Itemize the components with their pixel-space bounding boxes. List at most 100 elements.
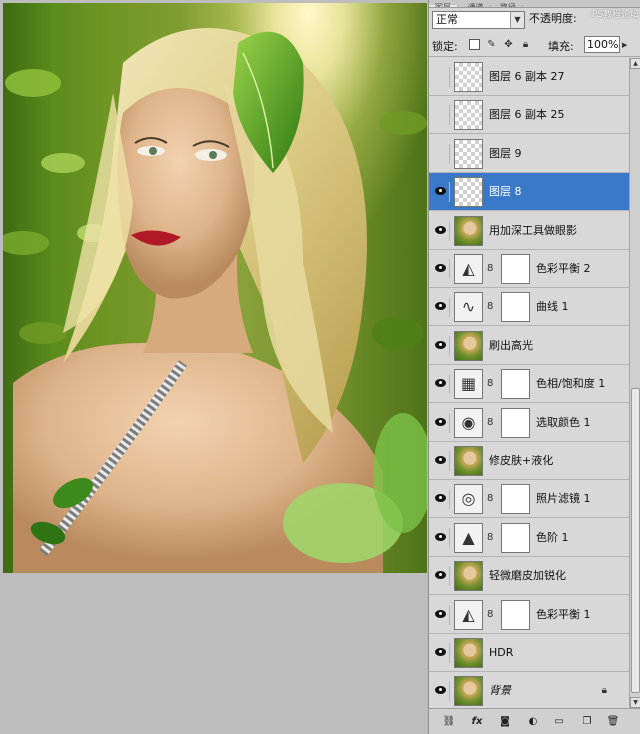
layer-mask-thumbnail[interactable] (501, 369, 530, 399)
fill-slider-caret-icon[interactable]: ▶ (622, 41, 627, 49)
mask-link-icon[interactable]: 8 (487, 417, 493, 428)
layer-thumbnail[interactable] (454, 638, 483, 668)
layer-name[interactable]: 刷出高光 (489, 339, 533, 353)
lock-transparency-icon[interactable] (469, 39, 480, 50)
layer-row[interactable]: HDR (429, 634, 629, 672)
chevron-down-icon[interactable]: ▼ (510, 12, 524, 28)
visibility-eye-icon[interactable] (432, 221, 450, 241)
layer-row[interactable]: ▦ 8 色相/饱和度 1 (429, 365, 629, 403)
link-layers-icon[interactable]: ⛓ (441, 715, 457, 729)
adjustment-layer-icon[interactable]: ◐ (525, 715, 541, 729)
layer-thumbnail[interactable] (454, 100, 483, 130)
add-mask-icon[interactable]: ◙ (497, 715, 513, 729)
layer-row[interactable]: 修皮肤+液化 (429, 442, 629, 480)
visibility-eye-icon[interactable] (432, 528, 450, 548)
lock-all-icon[interactable]: 🔒︎ (520, 39, 531, 50)
layer-thumbnail[interactable] (454, 331, 483, 361)
fx-icon[interactable]: fx (469, 715, 485, 729)
layer-thumbnail[interactable] (454, 676, 483, 706)
mask-link-icon[interactable]: 8 (487, 532, 493, 543)
layer-name[interactable]: 色阶 1 (536, 531, 569, 545)
layer-row[interactable]: 轻微磨皮加锐化 (429, 557, 629, 595)
layer-name[interactable]: 色相/饱和度 1 (536, 377, 605, 391)
mask-link-icon[interactable]: 8 (487, 493, 493, 504)
layer-row[interactable]: 图层 8 (429, 173, 629, 211)
adj-hue-icon[interactable]: ▦ (454, 369, 483, 399)
tab-layers[interactable]: 图层 (429, 4, 458, 7)
visibility-eye-icon[interactable] (432, 605, 450, 625)
tab-paths[interactable]: 路径 (494, 4, 523, 7)
scroll-up-arrow-icon[interactable]: ▲ (630, 58, 640, 69)
layer-name[interactable]: 照片滤镜 1 (536, 492, 591, 506)
layer-mask-thumbnail[interactable] (501, 523, 530, 553)
layer-row[interactable]: ◭ 8 色彩平衡 1 (429, 596, 629, 634)
tab-channels[interactable]: 通道 (462, 4, 491, 7)
visibility-eye-icon[interactable] (432, 297, 450, 317)
layer-name[interactable]: 选取颜色 1 (536, 416, 591, 430)
layer-mask-thumbnail[interactable] (501, 254, 530, 284)
lock-move-icon[interactable]: ✥ (503, 39, 514, 50)
document-canvas-area[interactable] (0, 0, 428, 734)
adj-levels-icon[interactable]: ▲ (454, 523, 483, 553)
layer-name[interactable]: 图层 6 副本 27 (489, 70, 565, 84)
layer-row[interactable]: ∿ 8 曲线 1 (429, 288, 629, 326)
visibility-eye-icon[interactable] (432, 105, 450, 125)
adj-balance-icon[interactable]: ◭ (454, 254, 483, 284)
layer-mask-thumbnail[interactable] (501, 484, 530, 514)
mask-link-icon[interactable]: 8 (487, 301, 493, 312)
fill-input[interactable]: 100% (584, 36, 620, 53)
layer-name[interactable]: 图层 8 (489, 185, 522, 199)
layer-name[interactable]: 轻微磨皮加锐化 (489, 569, 566, 583)
new-layer-icon[interactable]: ❐ (579, 715, 595, 729)
delete-layer-icon[interactable]: 🗑︎ (605, 715, 621, 729)
visibility-eye-icon[interactable] (432, 566, 450, 586)
layer-name[interactable]: HDR (489, 646, 513, 660)
layer-thumbnail[interactable] (454, 216, 483, 246)
layer-name[interactable]: 背景 (489, 684, 511, 698)
visibility-eye-icon[interactable] (432, 374, 450, 394)
layer-mask-thumbnail[interactable] (501, 600, 530, 630)
layer-name[interactable]: 曲线 1 (536, 300, 569, 314)
layer-mask-thumbnail[interactable] (501, 408, 530, 438)
adj-selective-icon[interactable]: ◉ (454, 408, 483, 438)
portrait-photo[interactable] (3, 3, 427, 573)
layer-row[interactable]: ◎ 8 照片滤镜 1 (429, 480, 629, 518)
visibility-eye-icon[interactable] (432, 681, 450, 701)
visibility-eye-icon[interactable] (432, 144, 450, 164)
layer-row[interactable]: 图层 9 (429, 135, 629, 173)
visibility-eye-icon[interactable] (432, 489, 450, 509)
layer-row[interactable]: ◉ 8 选取颜色 1 (429, 404, 629, 442)
adj-photo-filter-icon[interactable]: ◎ (454, 484, 483, 514)
adj-balance-icon[interactable]: ◭ (454, 600, 483, 630)
visibility-eye-icon[interactable] (432, 413, 450, 433)
layer-mask-thumbnail[interactable] (501, 292, 530, 322)
layer-row[interactable]: 刷出高光 (429, 327, 629, 365)
layer-name[interactable]: 色彩平衡 2 (536, 262, 591, 276)
mask-link-icon[interactable]: 8 (487, 609, 493, 620)
layer-name[interactable]: 图层 6 副本 25 (489, 108, 565, 122)
layer-row[interactable]: 背景 🔒︎ (429, 672, 629, 708)
lock-brush-icon[interactable]: ✎ (486, 39, 497, 50)
layer-thumbnail[interactable] (454, 177, 483, 207)
layer-row[interactable]: ▲ 8 色阶 1 (429, 519, 629, 557)
visibility-eye-icon[interactable] (432, 643, 450, 663)
layer-thumbnail[interactable] (454, 561, 483, 591)
layer-row[interactable]: ◭ 8 色彩平衡 2 (429, 250, 629, 288)
layer-thumbnail[interactable] (454, 446, 483, 476)
visibility-eye-icon[interactable] (432, 259, 450, 279)
layer-row[interactable]: 图层 6 副本 25 (429, 96, 629, 134)
new-group-icon[interactable]: ▭ (551, 715, 567, 729)
mask-link-icon[interactable]: 8 (487, 378, 493, 389)
layer-name[interactable]: 色彩平衡 1 (536, 608, 591, 622)
visibility-eye-icon[interactable] (432, 182, 450, 202)
layer-name[interactable]: 用加深工具做眼影 (489, 224, 577, 238)
visibility-eye-icon[interactable] (432, 336, 450, 356)
blend-mode-select[interactable]: 正常 ▼ (432, 11, 525, 29)
layer-row[interactable]: 用加深工具做眼影 (429, 212, 629, 250)
layer-list-scrollbar[interactable]: ▲ ▼ (629, 58, 640, 708)
layer-name[interactable]: 修皮肤+液化 (489, 454, 553, 468)
layer-name[interactable]: 图层 9 (489, 147, 522, 161)
visibility-eye-icon[interactable] (432, 67, 450, 87)
visibility-eye-icon[interactable] (432, 451, 450, 471)
scroll-thumb[interactable] (631, 388, 640, 693)
